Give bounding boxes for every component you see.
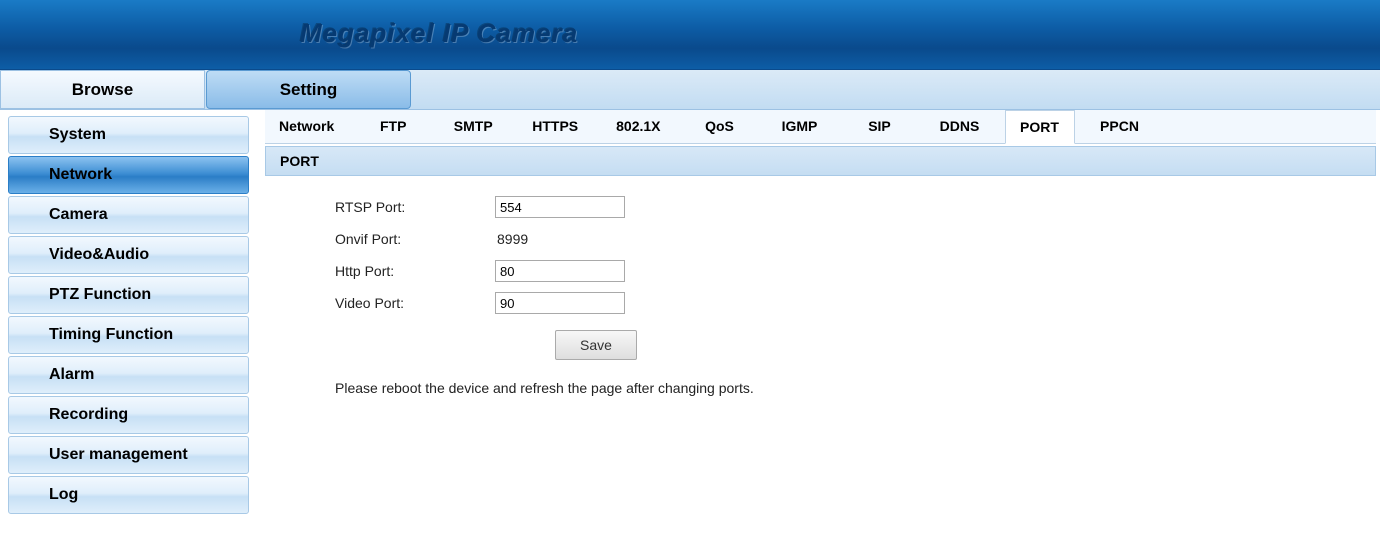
http-port-input[interactable] [495, 260, 625, 282]
sidebar-item-label: Recording [49, 406, 128, 424]
rtsp-port-input[interactable] [495, 196, 625, 218]
topnav-setting[interactable]: Setting [206, 70, 411, 109]
row-http-port: Http Port: [335, 258, 1306, 284]
sidebar-item-label: System [49, 126, 106, 144]
subtab-smtp[interactable]: SMTP [438, 110, 508, 143]
subtab-port[interactable]: PORT [1005, 110, 1075, 144]
sidebar-item-log[interactable]: Log [8, 476, 249, 514]
sidebar-item-ptz-function[interactable]: PTZ Function [8, 276, 249, 314]
subtab-ftp[interactable]: FTP [358, 110, 428, 143]
form-area: RTSP Port: Onvif Port: 8999 Http Port: V… [265, 176, 1376, 414]
sidebar-item-label: Alarm [49, 366, 94, 384]
sidebar-item-label: PTZ Function [49, 286, 151, 304]
section-header: PORT [265, 146, 1376, 176]
sidebar-item-label: Network [49, 166, 112, 184]
topnav-browse[interactable]: Browse [0, 70, 205, 109]
sidebar-item-label: User management [49, 446, 188, 464]
save-row: Save [335, 330, 1306, 360]
sidebar-item-label: Video&Audio [49, 246, 149, 264]
http-port-label: Http Port: [335, 263, 495, 279]
subtabs: Network FTP SMTP HTTPS 802.1X QoS IGMP S… [265, 110, 1376, 144]
sidebar-item-network[interactable]: Network [8, 156, 249, 194]
subtab-label: Network [279, 118, 334, 134]
subtab-sip[interactable]: SIP [845, 110, 915, 143]
subtab-label: HTTPS [532, 118, 578, 134]
subtab-label: IGMP [782, 118, 818, 134]
row-onvif-port: Onvif Port: 8999 [335, 226, 1306, 252]
top-nav: Browse Setting [0, 70, 1380, 110]
reboot-note: Please reboot the device and refresh the… [335, 380, 1306, 396]
sidebar-item-camera[interactable]: Camera [8, 196, 249, 234]
header-banner: Megapixel IP Camera [0, 0, 1380, 70]
sidebar-item-timing-function[interactable]: Timing Function [8, 316, 249, 354]
sidebar-item-system[interactable]: System [8, 116, 249, 154]
sidebar-item-label: Camera [49, 206, 108, 224]
subtab-label: PPCN [1100, 118, 1139, 134]
subtab-8021x[interactable]: 802.1X [602, 110, 674, 143]
subtab-network[interactable]: Network [265, 110, 348, 143]
content: Network FTP SMTP HTTPS 802.1X QoS IGMP S… [255, 110, 1380, 414]
onvif-port-label: Onvif Port: [335, 231, 495, 247]
main-area: System Network Camera Video&Audio PTZ Fu… [0, 110, 1380, 520]
subtab-ddns[interactable]: DDNS [925, 110, 995, 143]
sidebar-item-video-audio[interactable]: Video&Audio [8, 236, 249, 274]
subtab-label: DDNS [940, 118, 980, 134]
sidebar-item-label: Timing Function [49, 326, 173, 344]
row-rtsp-port: RTSP Port: [335, 194, 1306, 220]
video-port-label: Video Port: [335, 295, 495, 311]
subtab-https[interactable]: HTTPS [518, 110, 592, 143]
subtab-qos[interactable]: QoS [685, 110, 755, 143]
sidebar-item-user-management[interactable]: User management [8, 436, 249, 474]
sidebar-item-recording[interactable]: Recording [8, 396, 249, 434]
subtab-label: SMTP [454, 118, 493, 134]
row-video-port: Video Port: [335, 290, 1306, 316]
subtab-label: 802.1X [616, 118, 660, 134]
app-title: Megapixel IP Camera [300, 18, 578, 49]
rtsp-port-label: RTSP Port: [335, 199, 495, 215]
subtab-label: SIP [868, 118, 891, 134]
topnav-setting-label: Setting [280, 80, 338, 100]
video-port-input[interactable] [495, 292, 625, 314]
subtab-label: PORT [1020, 119, 1059, 135]
subtab-igmp[interactable]: IGMP [765, 110, 835, 143]
sidebar-item-alarm[interactable]: Alarm [8, 356, 249, 394]
subtab-ppcn[interactable]: PPCN [1085, 110, 1155, 143]
onvif-port-value: 8999 [495, 231, 528, 247]
topnav-browse-label: Browse [72, 80, 133, 100]
subtab-label: FTP [380, 118, 406, 134]
subtab-label: QoS [705, 118, 734, 134]
sidebar-item-label: Log [49, 486, 78, 504]
sidebar: System Network Camera Video&Audio PTZ Fu… [0, 110, 255, 520]
save-button[interactable]: Save [555, 330, 637, 360]
